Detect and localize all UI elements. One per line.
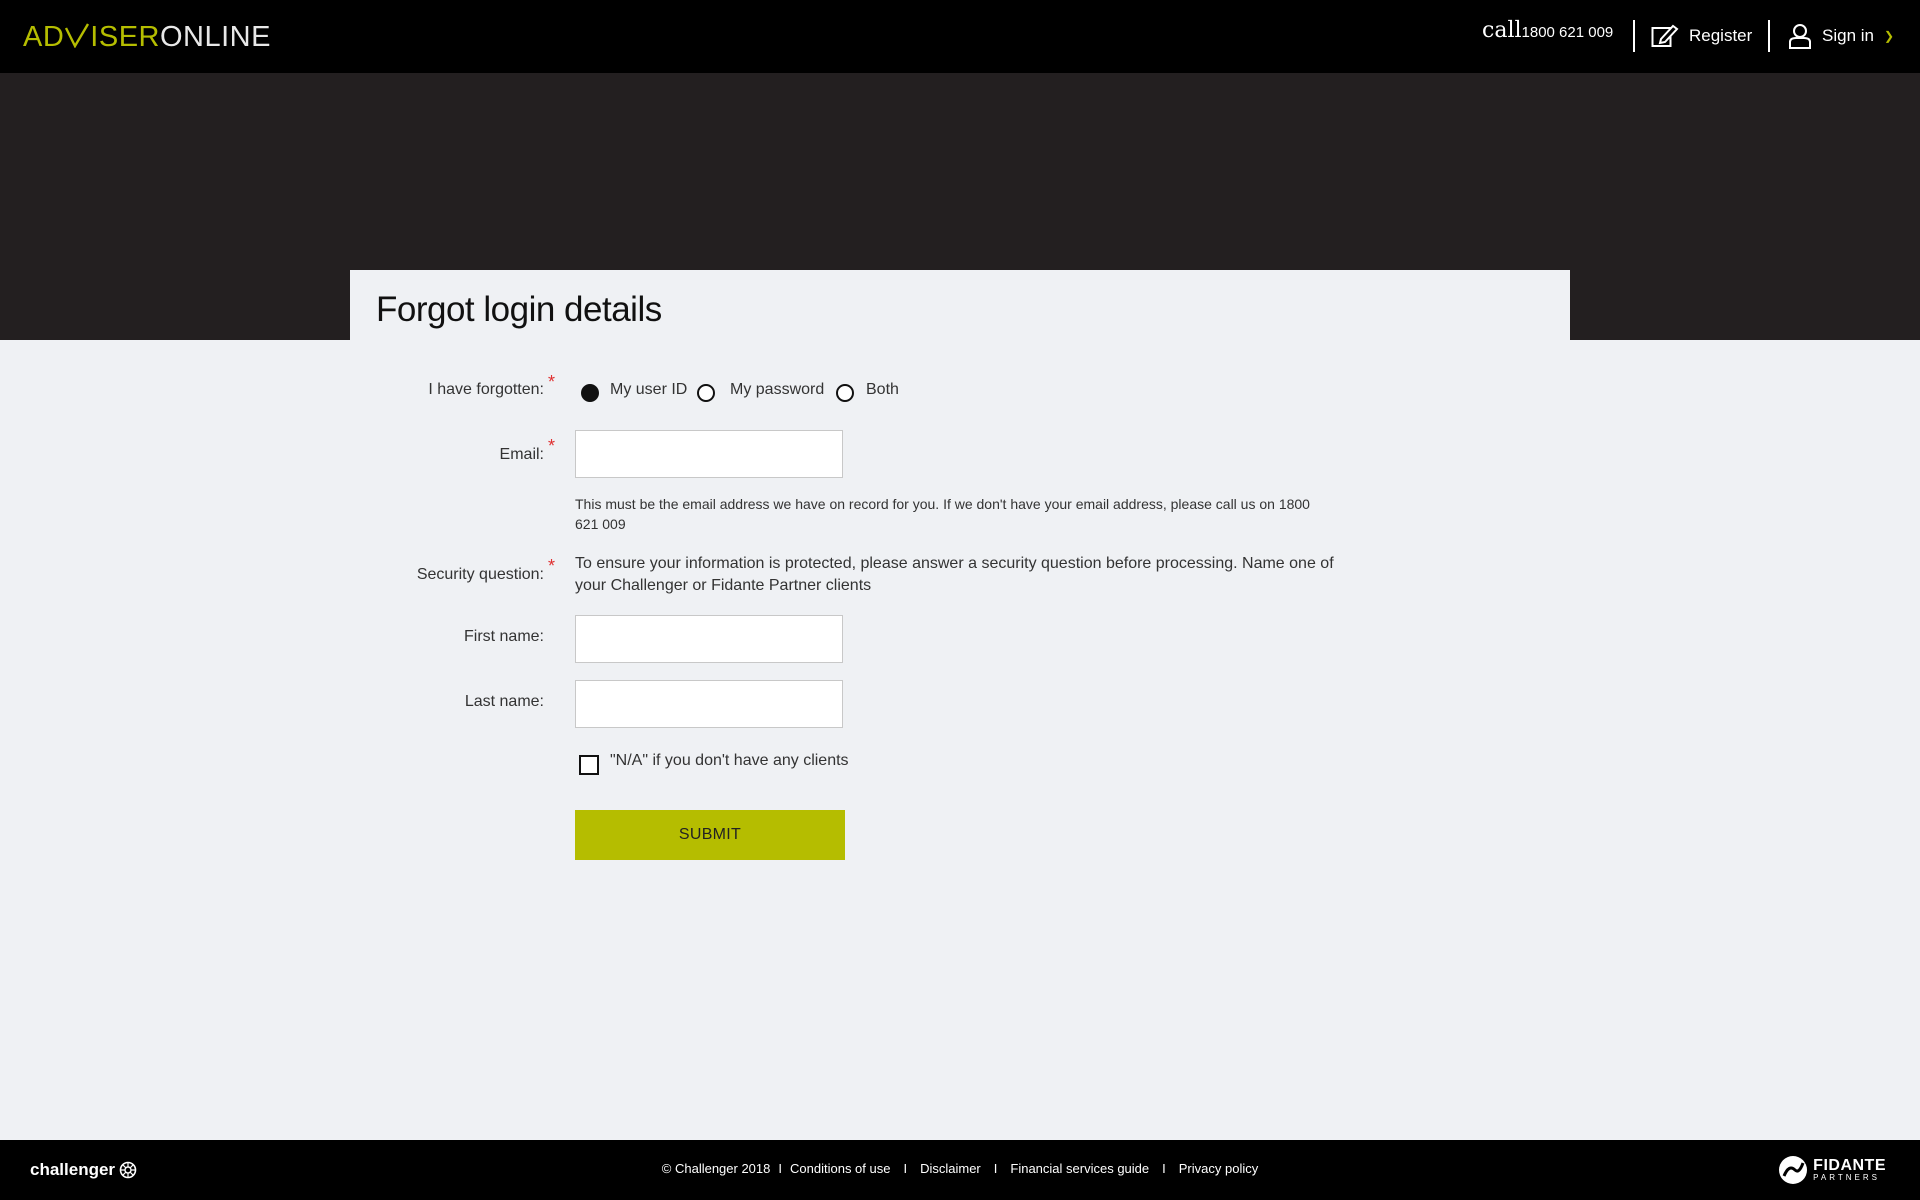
sign-in-label: Sign in — [1822, 26, 1874, 45]
radio-my-user-id[interactable] — [581, 384, 599, 402]
fidante-name: FIDANTE — [1813, 1156, 1886, 1174]
logo-check-icon — [64, 21, 90, 53]
last-name-field[interactable] — [575, 680, 843, 728]
first-name-field[interactable] — [575, 615, 843, 663]
required-indicator: * — [548, 436, 556, 456]
footer-link-disclaimer[interactable]: Disclaimer — [920, 1161, 981, 1176]
na-checkbox-label[interactable]: "N/A" if you don't have any clients — [610, 752, 849, 770]
fidante-sub: PARTNERS — [1813, 1172, 1880, 1182]
logo-text-online: ONLINE — [159, 21, 271, 53]
top-navigation-bar: AD ISERONLINE call1800 621 009 Register S… — [0, 0, 1920, 73]
required-indicator: * — [548, 372, 556, 392]
logo-text-iser: ISER — [90, 21, 160, 53]
radio-label-both[interactable]: Both — [866, 381, 899, 399]
adviser-online-logo[interactable]: AD ISERONLINE — [23, 22, 271, 52]
radio-label-my-password[interactable]: My password — [730, 381, 824, 399]
footer: challenger © Challenger 2018 I Conditions … — [0, 1140, 1920, 1200]
na-checkbox[interactable] — [579, 755, 599, 775]
footer-link-conditions[interactable]: Conditions of use — [790, 1161, 890, 1176]
page-title: Forgot login details — [376, 290, 662, 329]
radio-label-my-user-id[interactable]: My user ID — [610, 381, 687, 399]
security-question-text: To ensure your information is protected,… — [575, 555, 1334, 594]
last-name-label: Last name: — [464, 693, 544, 710]
header-divider — [1633, 20, 1635, 52]
email-field[interactable] — [575, 430, 843, 478]
fidante-emblem-icon — [1779, 1156, 1808, 1184]
header-divider — [1768, 20, 1770, 52]
phone-number: 1800 621 009 — [1521, 24, 1614, 41]
register-button[interactable]: Register — [1651, 20, 1752, 52]
footer-links: © Challenger 2018 I Conditions of use I Disc… — [661, 1161, 1259, 1176]
footer-link-fsg[interactable]: Financial services guide — [1010, 1161, 1149, 1176]
footer-link-privacy[interactable]: Privacy policy — [1179, 1161, 1258, 1176]
first-name-label: First name: — [463, 628, 544, 645]
edit-icon — [1651, 24, 1679, 47]
chevron-down-icon: ❯ — [1883, 29, 1895, 43]
security-question-label: Security question: — [416, 566, 544, 583]
fidante-partners-logo[interactable]: FIDANTE PARTNERS — [1778, 1155, 1886, 1185]
call-word: call — [1482, 18, 1522, 43]
required-indicator: * — [548, 556, 556, 576]
email-help-text: This must be the email address we have o… — [575, 496, 1310, 532]
email-label: Email: — [499, 446, 544, 463]
call-phone-link[interactable]: call1800 621 009 — [1482, 18, 1613, 43]
register-label: Register — [1689, 26, 1753, 45]
radio-both[interactable] — [836, 384, 854, 402]
forgotten-label: I have forgotten: — [428, 381, 544, 398]
sign-in-button[interactable]: Sign in ❯ — [1788, 20, 1894, 52]
user-icon — [1789, 24, 1811, 49]
copyright-text: © Challenger 2018 — [661, 1161, 771, 1176]
radio-my-password[interactable] — [697, 384, 715, 402]
logo-text-ad: AD — [23, 21, 65, 53]
submit-button[interactable]: SUBMIT — [575, 810, 845, 860]
